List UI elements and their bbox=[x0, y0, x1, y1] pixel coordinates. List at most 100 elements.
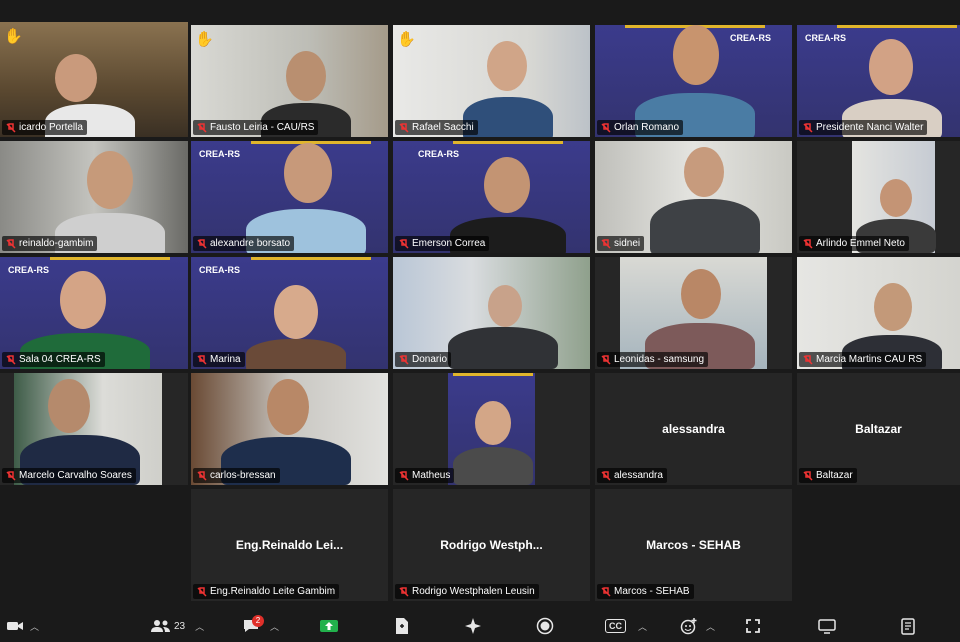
raised-hand-icon: ✋ bbox=[397, 31, 416, 48]
participants-count: 23 bbox=[174, 620, 186, 632]
mic-off-icon bbox=[803, 238, 813, 249]
mic-off-icon bbox=[803, 470, 813, 481]
participant-name: carlos-bressan bbox=[193, 468, 280, 483]
participant-name: Leonidas - samsung bbox=[597, 352, 709, 367]
mic-off-icon bbox=[601, 470, 611, 481]
participant-name: alexandre borsato bbox=[193, 236, 295, 251]
participant-name: Marcelo Carvalho Soares bbox=[2, 468, 136, 483]
participant-name: Marcia Martins CAU RS bbox=[799, 352, 927, 367]
mic-off-icon bbox=[803, 354, 813, 365]
participant-name: Fausto Leiria - CAU/RS bbox=[193, 120, 319, 135]
participant-center-name: Marcos - SEHAB bbox=[646, 538, 741, 552]
crea-logo: CREA-RS bbox=[199, 149, 241, 159]
participant-tile[interactable]: Leonidas - samsung bbox=[595, 257, 792, 369]
participant-name: Donario bbox=[395, 352, 452, 367]
participant-name: Baltazar bbox=[799, 468, 857, 483]
chat-badge: 2 bbox=[252, 615, 264, 627]
participant-tile[interactable]: CREA-RS Presidente Nanci Walter bbox=[797, 25, 960, 137]
participant-name: Presidente Nanci Walter bbox=[799, 120, 928, 135]
chevron-up-icon[interactable]: ︿ bbox=[270, 620, 279, 633]
mic-off-icon bbox=[6, 238, 16, 249]
participant-name: sidnei bbox=[597, 236, 645, 251]
mic-off-icon bbox=[197, 586, 207, 597]
participant-tile[interactable]: ✋ Fausto Leiria - CAU/RS bbox=[191, 25, 388, 137]
participant-name: Marcos - SEHAB bbox=[597, 584, 694, 599]
mic-off-icon bbox=[6, 354, 16, 365]
document-icon[interactable] bbox=[394, 617, 410, 635]
participant-center-name: alessandra bbox=[662, 422, 725, 436]
participant-tile[interactable]: Marcia Martins CAU RS bbox=[797, 257, 960, 369]
chevron-up-icon[interactable]: ︿ bbox=[706, 620, 715, 633]
participant-tile[interactable]: CREA-RS Emerson Correa bbox=[393, 141, 590, 253]
crea-logo: CREA-RS bbox=[730, 33, 772, 43]
participant-tile[interactable]: carlos-bressan bbox=[191, 373, 388, 485]
apps-icon[interactable] bbox=[745, 618, 761, 634]
participant-name: Arlindo Emmel Neto bbox=[799, 236, 909, 251]
raised-hand-icon: ✋ bbox=[195, 31, 214, 48]
participant-tile[interactable]: Arlindo Emmel Neto bbox=[797, 141, 960, 253]
mic-off-icon bbox=[197, 238, 207, 249]
participant-tile[interactable]: ✋ Rafael Sacchi bbox=[393, 25, 590, 137]
participant-tile[interactable]: CREA-RS alexandre borsato bbox=[191, 141, 388, 253]
participant-tile[interactable]: Eng.Reinaldo Lei... Eng.Reinaldo Leite G… bbox=[191, 489, 388, 601]
chevron-up-icon[interactable]: ︿ bbox=[30, 620, 39, 633]
mic-off-icon bbox=[399, 470, 409, 481]
meeting-toolbar: ︿ 23 ︿ 2 ︿ CC ︿ ︿ bbox=[0, 610, 960, 642]
reactions-icon[interactable] bbox=[680, 617, 698, 635]
participant-name: Emerson Correa bbox=[395, 236, 490, 251]
mic-off-icon bbox=[6, 470, 16, 481]
share-screen-icon[interactable] bbox=[319, 618, 339, 634]
participant-name: Rafael Sacchi bbox=[395, 120, 478, 135]
participant-tile[interactable]: CREA-RS Orlan Romano bbox=[595, 25, 792, 137]
mic-off-icon bbox=[197, 354, 207, 365]
participant-name: Rodrigo Westphalen Leusin bbox=[395, 584, 539, 599]
participant-tile[interactable]: CREA-RS Marina bbox=[191, 257, 388, 369]
sparkle-icon[interactable] bbox=[464, 617, 482, 635]
chevron-up-icon[interactable]: ︿ bbox=[638, 620, 647, 633]
video-camera-icon[interactable] bbox=[6, 619, 24, 633]
mic-off-icon bbox=[399, 354, 409, 365]
mic-off-icon bbox=[197, 470, 207, 481]
chat-icon[interactable]: 2 bbox=[242, 615, 264, 634]
participant-tile[interactable]: CREA-RS Sala 04 CREA-RS bbox=[0, 257, 188, 369]
participant-name: Eng.Reinaldo Leite Gambim bbox=[193, 584, 340, 599]
chevron-up-icon[interactable]: ︿ bbox=[195, 620, 204, 633]
notes-icon[interactable] bbox=[900, 617, 916, 635]
participant-tile[interactable]: Rodrigo Westph... Rodrigo Westphalen Leu… bbox=[393, 489, 590, 601]
participants-icon[interactable] bbox=[150, 619, 172, 633]
participant-name: Marina bbox=[193, 352, 245, 367]
participant-tile[interactable]: Baltazar Baltazar bbox=[797, 373, 960, 485]
participant-name: Orlan Romano bbox=[597, 120, 684, 135]
participant-tile[interactable]: alessandra alessandra bbox=[595, 373, 792, 485]
participant-name: icardo Portella bbox=[2, 120, 87, 135]
mic-off-icon bbox=[197, 122, 207, 133]
participant-tile[interactable]: sidnei bbox=[595, 141, 792, 253]
mic-off-icon bbox=[803, 122, 813, 133]
mic-off-icon bbox=[601, 354, 611, 365]
whiteboard-icon[interactable] bbox=[818, 618, 836, 634]
participant-tile[interactable]: reinaldo-gambim bbox=[0, 141, 188, 253]
record-icon[interactable] bbox=[536, 617, 554, 635]
mic-off-icon bbox=[601, 586, 611, 597]
participant-tile[interactable]: Matheus bbox=[393, 373, 590, 485]
closed-caption-icon[interactable]: CC bbox=[605, 619, 626, 633]
participant-name: Matheus bbox=[395, 468, 455, 483]
participant-name: Sala 04 CREA-RS bbox=[2, 352, 105, 367]
participant-center-name: Rodrigo Westph... bbox=[440, 538, 543, 552]
participant-tile[interactable]: Donario bbox=[393, 257, 590, 369]
participant-center-name: Baltazar bbox=[855, 422, 902, 436]
raised-hand-icon: ✋ bbox=[4, 28, 23, 45]
mic-off-icon bbox=[399, 586, 409, 597]
mic-off-icon bbox=[601, 238, 611, 249]
mic-off-icon bbox=[601, 122, 611, 133]
participant-name: alessandra bbox=[597, 468, 667, 483]
participant-tile[interactable]: Marcelo Carvalho Soares bbox=[0, 373, 188, 485]
participant-name: reinaldo-gambim bbox=[2, 236, 98, 251]
participant-center-name: Eng.Reinaldo Lei... bbox=[235, 538, 344, 552]
mic-off-icon bbox=[399, 238, 409, 249]
mic-off-icon bbox=[399, 122, 409, 133]
crea-logo: CREA-RS bbox=[199, 265, 241, 275]
participant-tile[interactable]: Marcos - SEHAB Marcos - SEHAB bbox=[595, 489, 792, 601]
video-grid: ✋ icardo Portella ✋ Fausto Leiria - CAU/… bbox=[0, 0, 960, 610]
participant-tile[interactable]: ✋ icardo Portella bbox=[0, 22, 188, 137]
